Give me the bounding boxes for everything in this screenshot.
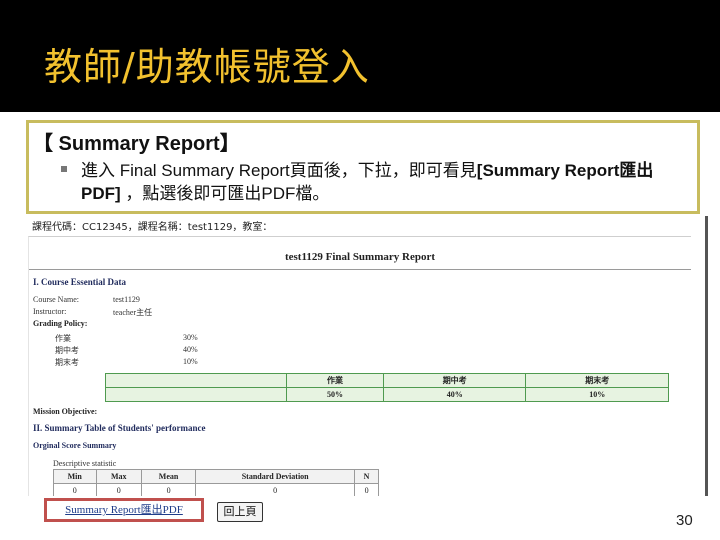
descriptive-statistics-table: Min Max Mean Standard Deviation N 0 0 0 … bbox=[53, 469, 379, 496]
table-header-cell: Max bbox=[95, 469, 142, 484]
table-cell: 10% bbox=[525, 387, 669, 402]
slide-title: 教師/助教帳號登入 bbox=[44, 45, 370, 89]
report-frame: test1129 Final Summary Report I. Course … bbox=[28, 236, 691, 496]
embedded-screenshot: 課程代碼：CC12345，課程名稱：test1129，教室： test1129 … bbox=[18, 214, 708, 496]
instructor-label: Instructor: bbox=[33, 307, 67, 316]
section2-title: II. Summary Table of Students' performan… bbox=[33, 423, 206, 433]
table-header-cell: 作業 bbox=[286, 373, 384, 388]
table-header-cell: N bbox=[354, 469, 379, 484]
section1-title: I. Course Essential Data bbox=[33, 277, 127, 287]
table-header-cell: Min bbox=[53, 469, 97, 484]
table-header-cell: Mean bbox=[140, 469, 197, 484]
section-heading: 【 Summary Report】 bbox=[33, 133, 240, 155]
table-cell: 40% bbox=[382, 387, 527, 402]
grading-item-name: 期末考 bbox=[55, 358, 79, 367]
score-summary-title: Orginal Score Summary bbox=[33, 441, 117, 450]
table-header-cell: 期末考 bbox=[525, 373, 669, 388]
table-row: Min Max Mean Standard Deviation N bbox=[53, 469, 379, 484]
grading-item-pct: 40% bbox=[183, 345, 198, 354]
instructor-value: teacher主任 bbox=[113, 308, 153, 317]
table-cell-empty bbox=[105, 373, 287, 388]
report-title-divider bbox=[29, 269, 691, 270]
table-cell: 0 bbox=[140, 483, 197, 496]
course-name-value: test1129 bbox=[113, 295, 140, 304]
table-row: 0 0 0 0 0 bbox=[53, 483, 379, 496]
grading-policy-label: Grading Policy: bbox=[33, 319, 88, 328]
table-row: 作業 期中考 期末考 bbox=[105, 373, 669, 388]
grading-item-pct: 10% bbox=[183, 357, 198, 366]
table-header-cell: 期中考 bbox=[382, 373, 527, 388]
table-cell: 0 bbox=[195, 483, 356, 496]
screenshot-edge bbox=[705, 216, 708, 496]
instruction-callout: 【 Summary Report】 進入 Final Summary Repor… bbox=[26, 120, 700, 214]
table-cell-empty bbox=[105, 387, 287, 402]
table-cell: 0 bbox=[53, 483, 97, 496]
title-bar: 教師/助教帳號登入 bbox=[0, 0, 720, 112]
table-row: 50% 40% 10% bbox=[105, 387, 669, 402]
instruction-text-after: ，點選後即可匯出PDF檔。 bbox=[120, 184, 330, 203]
descriptive-statistic-title: Descriptive statistic bbox=[53, 459, 117, 468]
page-number: 30 bbox=[676, 512, 693, 529]
grading-item-name: 作業 bbox=[55, 334, 71, 343]
table-cell: 50% bbox=[286, 387, 384, 402]
mission-objective-label: Mission Objective: bbox=[33, 407, 98, 416]
export-pdf-link[interactable]: Summary Report匯出PDF bbox=[44, 498, 204, 522]
grading-item-pct: 30% bbox=[183, 333, 198, 342]
grading-weights-table: 作業 期中考 期末考 50% 40% 10% bbox=[105, 373, 669, 402]
table-header-cell: Standard Deviation bbox=[195, 469, 356, 484]
instruction-text: 進入 Final Summary Report頁面後，下拉，即可看見[Summa… bbox=[81, 159, 681, 205]
grading-item-name: 期中考 bbox=[55, 346, 79, 355]
course-info-line: 課程代碼：CC12345，課程名稱：test1129，教室： bbox=[32, 222, 273, 233]
table-cell: 0 bbox=[354, 483, 379, 496]
table-cell: 0 bbox=[95, 483, 142, 496]
instruction-text-normal: 進入 Final Summary Report頁面後，下拉，即可看見 bbox=[81, 161, 477, 180]
course-name-label: Course Name: bbox=[33, 295, 79, 304]
bullet-marker-icon bbox=[61, 166, 67, 172]
report-title: test1129 Final Summary Report bbox=[284, 251, 435, 263]
back-button[interactable]: 回上頁 bbox=[217, 502, 263, 522]
